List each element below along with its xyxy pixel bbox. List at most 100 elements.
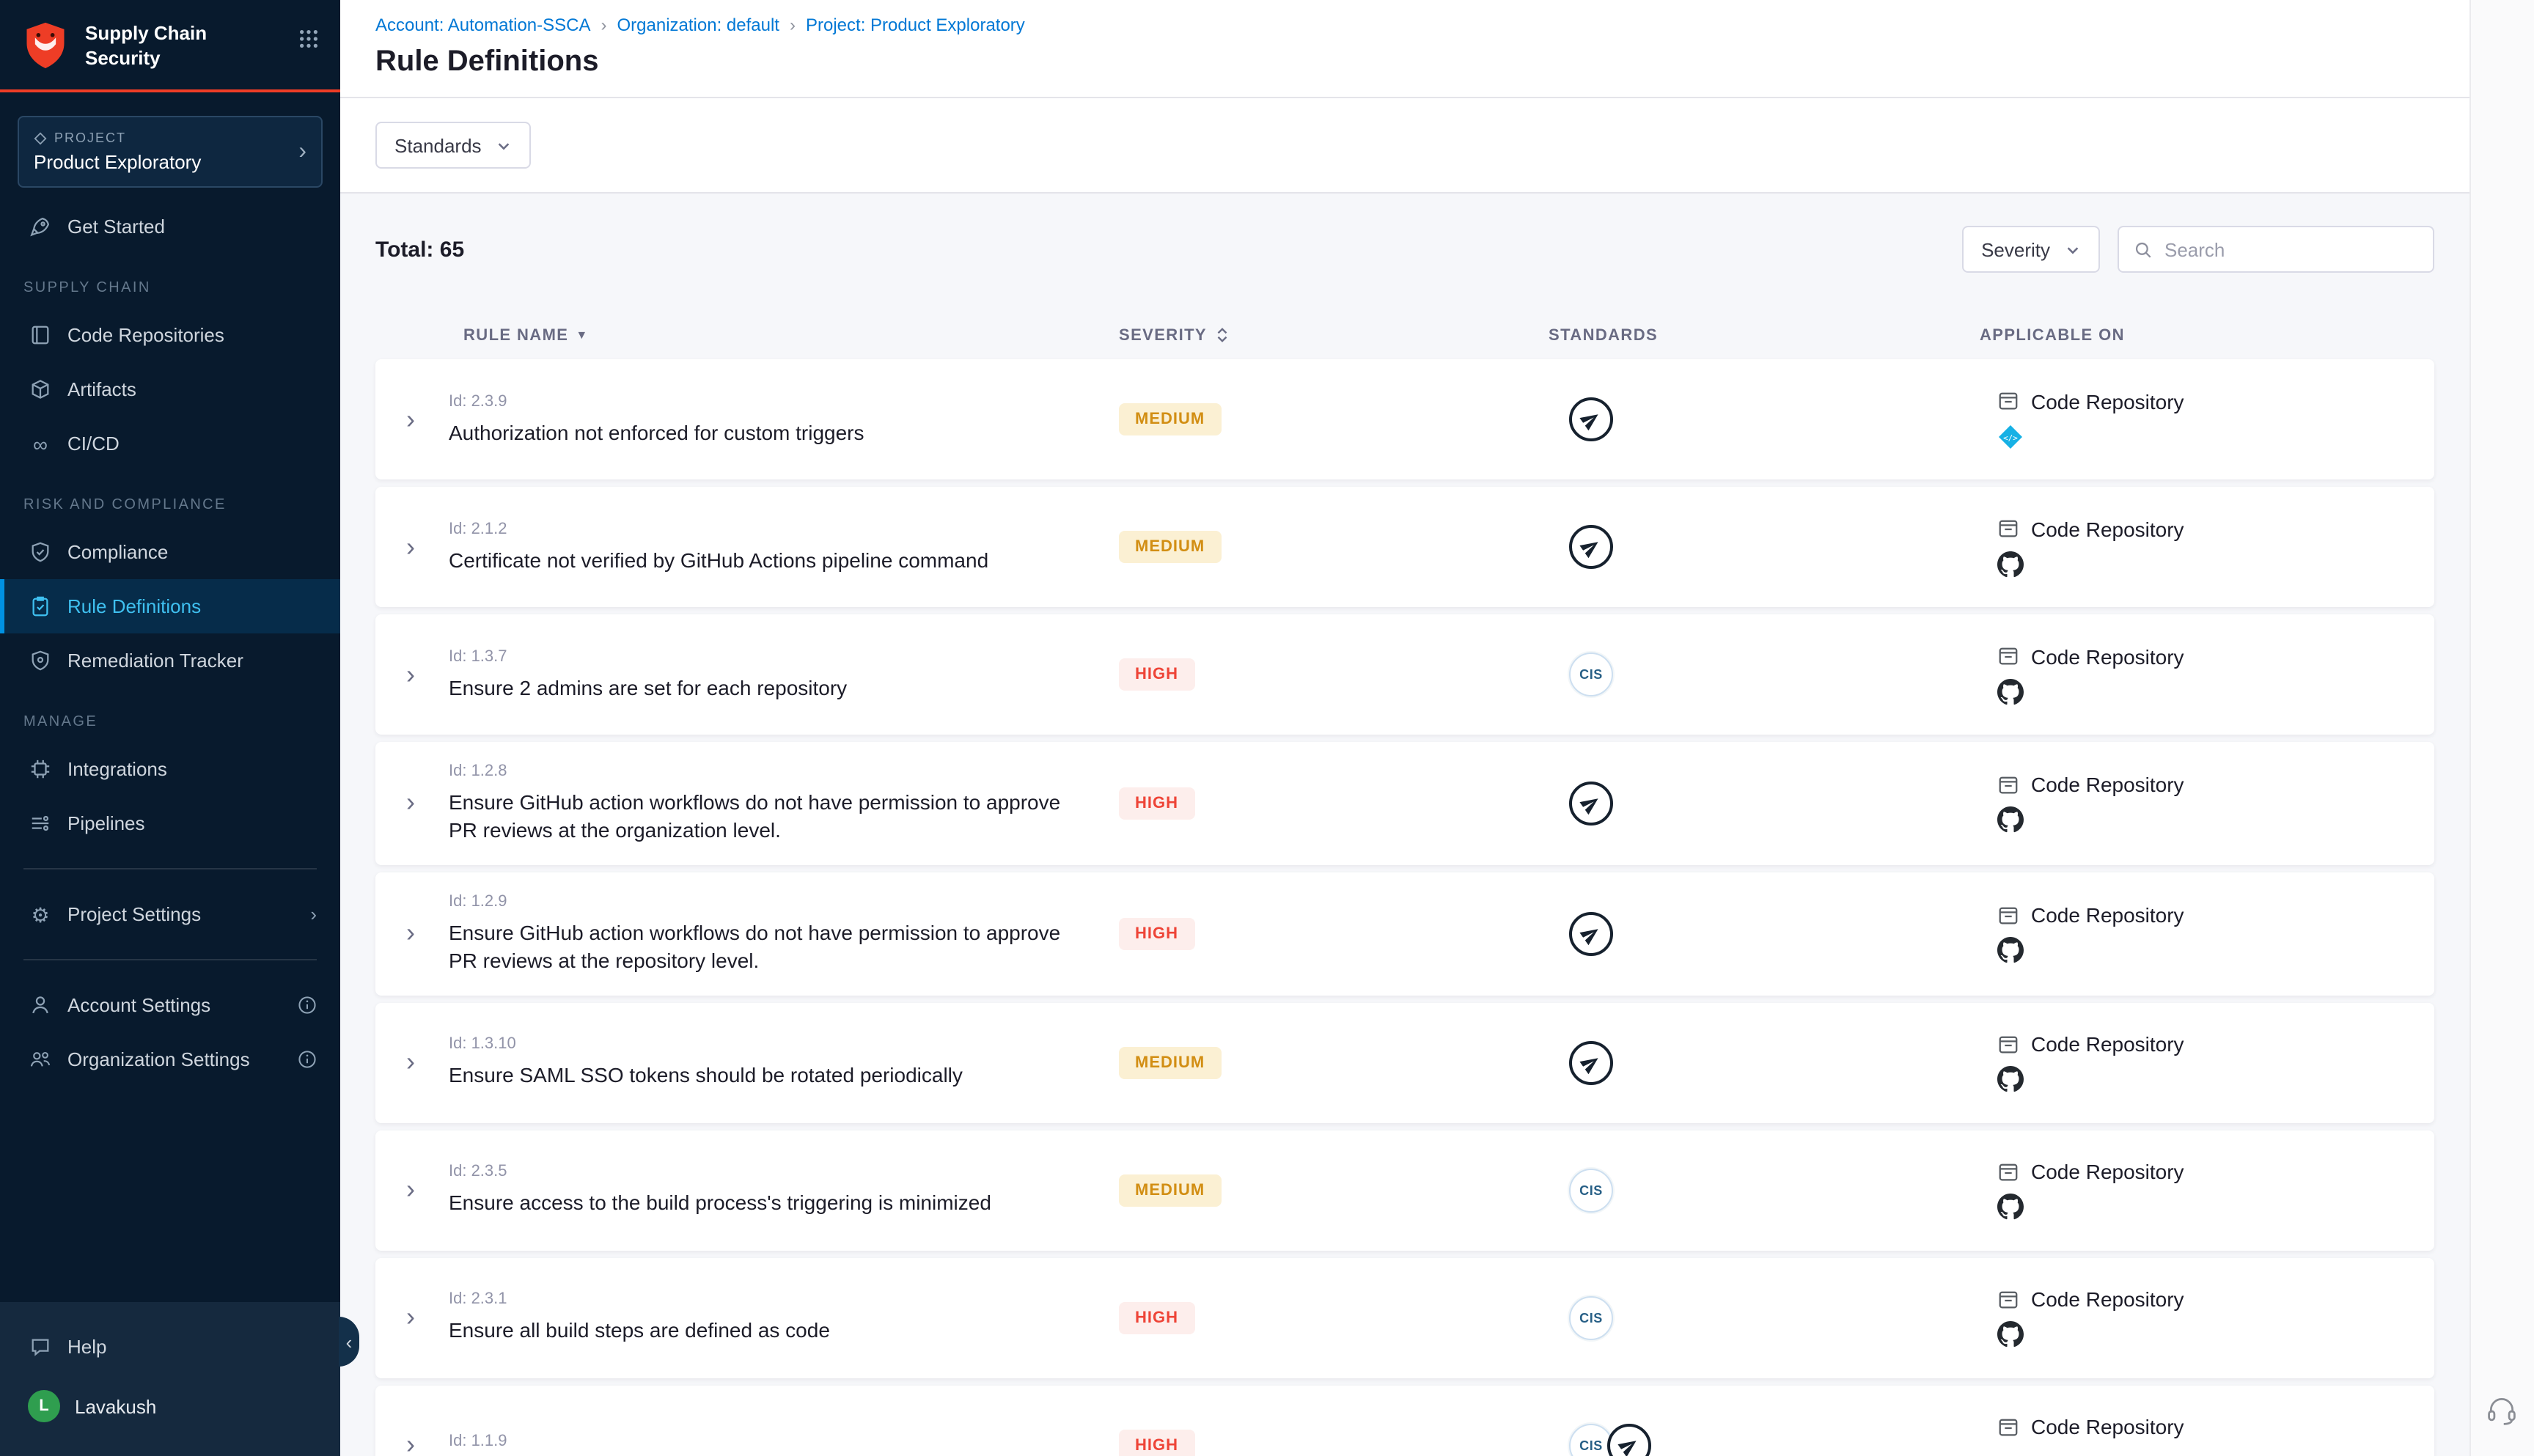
- severity-dropdown-value: Severity: [1981, 238, 2050, 260]
- sidebar-item-artifacts[interactable]: Artifacts: [0, 362, 340, 416]
- sidebar-item-code-repositories[interactable]: Code Repositories: [0, 308, 340, 362]
- sidebar-item-remediation-tracker[interactable]: Remediation Tracker: [0, 633, 340, 688]
- row-expand-chevron-icon[interactable]: ›: [375, 659, 446, 690]
- chevron-right-icon: ›: [310, 903, 317, 925]
- pipelines-icon: [28, 812, 53, 834]
- column-header-rule-name[interactable]: RULE NAME ▼: [446, 326, 1119, 344]
- total-count: Total: 65: [375, 237, 464, 262]
- row-standards: CIS: [1549, 1295, 1980, 1339]
- breadcrumb-organization-link[interactable]: Organization: default: [617, 15, 780, 35]
- chevron-down-icon: [2065, 241, 2081, 257]
- github-icon: [1997, 678, 2024, 705]
- chevron-left-icon: ‹: [346, 1331, 353, 1353]
- row-provider: [1997, 551, 2434, 577]
- table-header: RULE NAME ▼ SEVERITY STANDARDS APPLICABL…: [375, 326, 2434, 345]
- row-provider: [1997, 937, 2434, 963]
- breadcrumb-separator-icon: ›: [790, 15, 796, 35]
- sidebar-item-project-settings[interactable]: ⚙ Project Settings ›: [0, 887, 340, 941]
- sidebar-item-integrations[interactable]: Integrations: [0, 742, 340, 796]
- rule-name: Authorization not enforced for custom tr…: [449, 419, 1084, 446]
- table-row[interactable]: › Id: 2.1.2 Certificate not verified by …: [375, 487, 2434, 607]
- severity-badge: MEDIUM: [1119, 1046, 1221, 1078]
- breadcrumb-project-link[interactable]: Project: Product Exploratory: [806, 15, 1025, 35]
- table-row[interactable]: › Id: 1.2.9 Ensure GitHub action workflo…: [375, 872, 2434, 996]
- sidebar-item-label: Compliance: [67, 541, 168, 563]
- row-standards: [1549, 525, 1980, 569]
- sidebar-item-label: Integrations: [67, 758, 167, 780]
- repository-icon: [1997, 1161, 2019, 1183]
- row-expand-chevron-icon[interactable]: ›: [375, 1302, 446, 1333]
- row-expand-chevron-icon[interactable]: ›: [375, 532, 446, 562]
- row-standards: [1549, 782, 1980, 826]
- cis-standard-icon: CIS: [1569, 652, 1613, 696]
- github-icon: [1997, 1194, 2024, 1220]
- rule-id: Id: 2.3.1: [449, 1290, 1084, 1308]
- sidebar-item-organization-settings[interactable]: Organization Settings: [0, 1032, 340, 1087]
- sidebar-item-get-started[interactable]: Get Started: [0, 199, 340, 254]
- row-expand-chevron-icon[interactable]: ›: [375, 1174, 446, 1205]
- project-name: Product Exploratory: [34, 151, 298, 173]
- column-header-severity[interactable]: SEVERITY: [1119, 326, 1549, 345]
- cicd-standard-icon: [1607, 1423, 1651, 1456]
- search-input[interactable]: [2164, 238, 2418, 260]
- app-grid-icon[interactable]: [298, 19, 320, 50]
- applicable-on-label: Code Repository: [2031, 389, 2184, 413]
- sidebar-item-label: Get Started: [67, 216, 165, 238]
- infinity-icon: ∞: [28, 433, 53, 454]
- severity-badge: MEDIUM: [1119, 403, 1221, 435]
- sidebar-item-account-settings[interactable]: Account Settings: [0, 978, 340, 1032]
- table-row[interactable]: › Id: 1.3.10 Ensure SAML SSO tokens shou…: [375, 1002, 2434, 1122]
- standards-dropdown[interactable]: Standards: [375, 122, 532, 169]
- rule-name: Certificate not verified by GitHub Actio…: [449, 546, 1084, 574]
- sidebar-item-label: Help: [67, 1336, 107, 1358]
- cis-standard-icon: CIS: [1569, 1168, 1613, 1212]
- sidebar-section-supply-chain: SUPPLY CHAIN: [0, 254, 340, 308]
- sidebar-item-compliance[interactable]: Compliance: [0, 525, 340, 579]
- repository-icon: [1997, 1288, 2019, 1310]
- severity-badge: MEDIUM: [1119, 531, 1221, 563]
- row-expand-chevron-icon[interactable]: ›: [375, 404, 446, 435]
- sidebar-item-label: Organization Settings: [67, 1048, 250, 1070]
- support-headset-icon[interactable]: [2486, 1394, 2518, 1427]
- rule-id: Id: 1.1.9: [449, 1432, 1084, 1449]
- severity-badge: MEDIUM: [1119, 1174, 1221, 1206]
- repository-icon: [1997, 774, 2019, 796]
- rule-id: Id: 1.3.7: [449, 647, 1084, 665]
- sidebar-item-cicd[interactable]: ∞ CI/CD: [0, 416, 340, 471]
- sidebar-item-help[interactable]: Help: [0, 1320, 340, 1374]
- rule-name: Ensure all build steps are defined as co…: [449, 1317, 1084, 1345]
- sidebar-item-rule-definitions[interactable]: Rule Definitions: [0, 579, 340, 633]
- sidebar-section-risk-compliance: RISK AND COMPLIANCE: [0, 471, 340, 525]
- info-icon: [298, 996, 317, 1015]
- cicd-standard-icon: [1569, 525, 1613, 569]
- rule-name: Ensure SAML SSO tokens should be rotated…: [449, 1062, 1084, 1089]
- app-root: Supply Chain Security PROJECT Product Ex…: [0, 0, 2534, 1456]
- repository-icon: [1997, 1416, 2019, 1438]
- table-row[interactable]: › Id: 1.1.9 HIGH CIS Code Repository: [375, 1385, 2434, 1456]
- divider: [23, 868, 317, 869]
- severity-badge: HIGH: [1119, 787, 1194, 820]
- breadcrumb-account-link[interactable]: Account: Automation-SSCA: [375, 15, 591, 35]
- table-row[interactable]: › Id: 2.3.5 Ensure access to the build p…: [375, 1130, 2434, 1250]
- project-label: PROJECT: [54, 130, 126, 145]
- sidebar-item-label: Artifacts: [67, 378, 136, 400]
- avatar: L: [28, 1390, 60, 1422]
- sidebar-item-pipelines[interactable]: Pipelines: [0, 796, 340, 850]
- row-expand-chevron-icon[interactable]: ›: [375, 788, 446, 819]
- table-row[interactable]: › Id: 2.3.1 Ensure all build steps are d…: [375, 1257, 2434, 1378]
- row-expand-chevron-icon[interactable]: ›: [375, 1047, 446, 1078]
- severity-dropdown[interactable]: Severity: [1962, 226, 2100, 273]
- rule-id: Id: 2.1.2: [449, 520, 1084, 537]
- row-expand-chevron-icon[interactable]: ›: [375, 918, 446, 949]
- cicd-standard-icon: [1569, 782, 1613, 826]
- table-row[interactable]: › Id: 2.3.9 Authorization not enforced f…: [375, 359, 2434, 479]
- table-row[interactable]: › Id: 1.2.8 Ensure GitHub action workflo…: [375, 742, 2434, 865]
- code-provider-icon: </>: [1997, 423, 2024, 449]
- shield-icon: [28, 650, 53, 672]
- package-icon: [28, 378, 53, 400]
- table-row[interactable]: › Id: 1.3.7 Ensure 2 admins are set for …: [375, 614, 2434, 735]
- code-repository-icon: [28, 324, 53, 346]
- sidebar-item-user[interactable]: L Lavakush: [0, 1374, 340, 1438]
- project-selector[interactable]: PROJECT Product Exploratory ›: [18, 116, 323, 188]
- row-expand-chevron-icon[interactable]: ›: [375, 1430, 446, 1456]
